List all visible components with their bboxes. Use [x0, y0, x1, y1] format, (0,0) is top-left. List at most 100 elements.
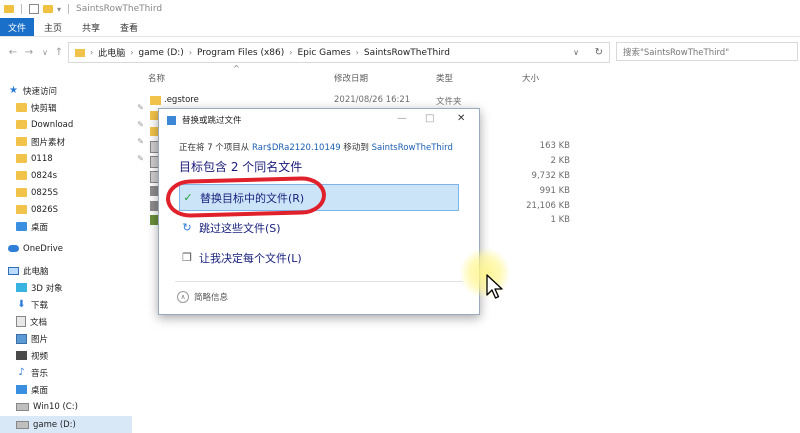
sidebar-item-download[interactable]: Download ✎	[16, 116, 150, 133]
sidebar-item-music[interactable]: ♪ 音乐	[16, 364, 150, 381]
column-size[interactable]: 大小	[522, 72, 539, 84]
tab-file[interactable]: 文件	[0, 18, 35, 36]
sidebar-item-0118[interactable]: 0118 ✎	[16, 150, 150, 167]
tab-home[interactable]: 主页	[34, 18, 72, 36]
recent-locations-icon[interactable]: ∨	[38, 45, 52, 59]
move-info-prefix: 正在将 7 个项目从	[179, 143, 253, 153]
sidebar-this-pc[interactable]: 此电脑	[8, 262, 142, 279]
column-name[interactable]: 名称	[148, 72, 165, 84]
folder-icon	[150, 95, 161, 105]
dialog-title: 替换或跳过文件	[182, 116, 242, 126]
new-folder-icon[interactable]	[43, 5, 53, 13]
folder-icon	[16, 171, 27, 180]
table-row[interactable]: .egstore 2021/08/26 16:21 文件夹	[146, 93, 800, 109]
quick-access-toolbar: ▾	[0, 4, 72, 14]
sidebar-item-kuaijianji[interactable]: 快剪辑 ✎	[16, 99, 150, 116]
sidebar-item-drive-c[interactable]: Win10 (C:)	[16, 398, 150, 415]
sidebar-onedrive[interactable]: OneDrive	[8, 240, 142, 257]
chevron-down-icon[interactable]: ∨	[573, 48, 579, 57]
pin-icon: ✎	[137, 154, 144, 163]
sidebar-item-label: 桌面	[31, 222, 49, 233]
folder-icon	[16, 205, 27, 214]
music-icon: ♪	[18, 367, 25, 378]
sidebar-item-label: 3D 对象	[31, 283, 63, 294]
folder-icon	[16, 103, 27, 112]
sidebar-item-drive-d[interactable]: game (D:)	[0, 416, 132, 433]
skip-icon: ↻	[182, 221, 192, 234]
tab-view[interactable]: 查看	[110, 18, 148, 36]
drive-icon	[16, 402, 29, 411]
file-size: 991 KB	[539, 186, 570, 196]
address-bar[interactable]: › 此电脑 › game (D:) › Program Files (x86) …	[68, 42, 610, 63]
sidebar-item-label: 下载	[31, 300, 49, 311]
picture-icon	[16, 333, 27, 344]
cube-icon	[16, 283, 27, 292]
sidebar-quick-access[interactable]: ★ 快速访问	[8, 82, 142, 99]
copy-icon	[167, 115, 176, 125]
sidebar-item-0825s[interactable]: 0825S	[16, 184, 150, 201]
sidebar-item-label: OneDrive	[23, 243, 63, 254]
pin-icon: ✎	[137, 137, 144, 146]
tab-share[interactable]: 共享	[72, 18, 110, 36]
sidebar-item-label: 此电脑	[23, 266, 49, 277]
fewer-details-toggle[interactable]: ∧ 简略信息	[177, 291, 228, 303]
sidebar-item-label: 图片	[31, 334, 49, 345]
breadcrumb-game-d[interactable]: game (D:)	[134, 48, 187, 58]
decide-each-file-button[interactable]: ❐ 让我决定每个文件(L)	[179, 244, 459, 271]
breadcrumb-epic-games[interactable]: Epic Games	[293, 48, 354, 58]
sidebar-item-desktop[interactable]: 桌面	[16, 218, 150, 235]
sidebar-item-label: Download	[31, 119, 74, 130]
sidebar-item-desktop-pc[interactable]: 桌面	[16, 381, 150, 398]
sidebar-item-3d-objects[interactable]: 3D 对象	[16, 279, 150, 296]
pin-icon: ✎	[137, 103, 144, 112]
desktop-icon	[16, 222, 27, 231]
up-icon[interactable]: ↑	[52, 45, 66, 59]
divider	[175, 281, 463, 282]
dialog-heading: 目标包含 2 个同名文件	[179, 160, 303, 174]
sidebar-item-downloads[interactable]: ⬇ 下载	[16, 296, 150, 313]
navigation-pane: ★ 快速访问 快剪辑 ✎ Download ✎ 图片素材 ✎ 0118 ✎ 08…	[0, 80, 144, 433]
separator	[21, 4, 22, 14]
column-header: 名称 修改日期 类型 大小	[146, 70, 800, 86]
folder-icon	[16, 154, 27, 163]
video-icon	[16, 351, 27, 360]
drive-icon	[16, 420, 29, 429]
sidebar-item-label: 视频	[31, 351, 49, 362]
window-title: SaintsRowTheThird	[76, 4, 163, 14]
move-source-link[interactable]: Rar$DRa2120.10149	[252, 143, 341, 153]
close-icon[interactable]: ✕	[457, 113, 465, 124]
breadcrumb-saintsrow[interactable]: SaintsRowTheThird	[360, 48, 454, 58]
file-size: 163 KB	[539, 141, 570, 151]
minimize-icon[interactable]: —	[397, 113, 407, 124]
move-destination-link[interactable]: SaintsRowTheThird	[372, 143, 453, 153]
sidebar-item-images[interactable]: 图片素材 ✎	[16, 133, 150, 150]
computer-icon	[8, 266, 19, 275]
column-type[interactable]: 类型	[436, 72, 453, 84]
column-modified[interactable]: 修改日期	[334, 72, 368, 84]
sidebar-item-label: 0118	[31, 153, 53, 164]
properties-icon[interactable]	[29, 4, 39, 14]
dialog-title-bar: 替换或跳过文件 — □ ✕	[159, 109, 479, 131]
sidebar-item-label: 0824s	[31, 170, 58, 181]
chevron-down-icon[interactable]: ▾	[57, 5, 61, 14]
maximize-icon[interactable]: □	[425, 113, 434, 124]
cloud-icon	[8, 245, 19, 252]
search-input[interactable]: 搜索"SaintsRowTheThird"	[616, 42, 798, 61]
folder-icon	[16, 137, 27, 146]
fewer-details-label: 简略信息	[194, 293, 229, 303]
mouse-cursor-icon	[486, 274, 503, 299]
breadcrumb-this-pc[interactable]: 此电脑	[94, 46, 129, 59]
refresh-icon[interactable]: ↻	[595, 47, 603, 58]
sidebar-item-documents[interactable]: 文档	[16, 313, 150, 330]
sidebar-item-videos[interactable]: 视频	[16, 347, 150, 364]
sidebar-item-label: 0826S	[31, 204, 59, 215]
back-icon[interactable]: ←	[6, 45, 20, 59]
skip-files-button[interactable]: ↻ 跳过这些文件(S)	[179, 214, 459, 241]
forward-icon[interactable]: →	[22, 45, 36, 59]
sidebar-item-0826s[interactable]: 0826S	[16, 201, 150, 218]
sidebar-item-label: 快剪辑	[31, 103, 57, 114]
sidebar-item-label: 桌面	[31, 385, 49, 396]
sidebar-item-pictures[interactable]: 图片	[16, 330, 150, 347]
sidebar-item-0824s[interactable]: 0824s	[16, 167, 150, 184]
breadcrumb-program-files[interactable]: Program Files (x86)	[193, 48, 288, 58]
